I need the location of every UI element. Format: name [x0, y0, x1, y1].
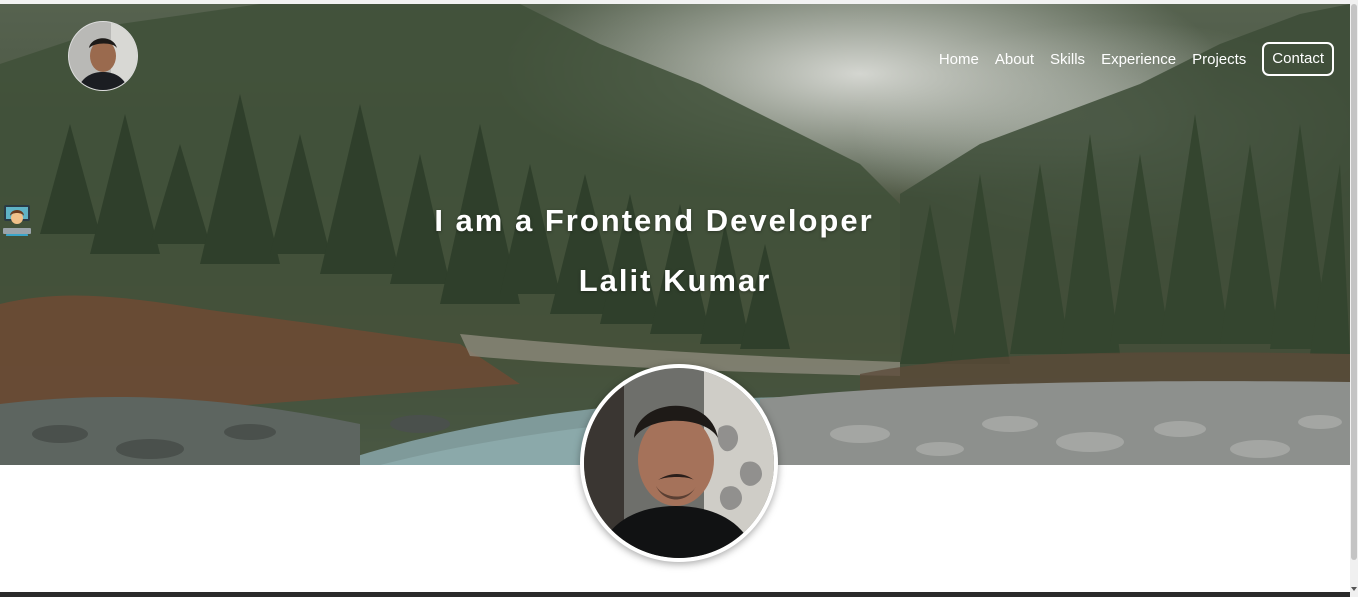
nav-skills[interactable]: Skills [1050, 51, 1085, 68]
main-navigation: Home About Skills Experience Projects Co… [923, 42, 1334, 76]
headline-text: I am a Frontend Developer [434, 203, 874, 238]
person-portrait-icon [584, 368, 774, 558]
profile-photo [580, 364, 778, 562]
hero-headline: I am a Frontend Developer [0, 202, 1350, 239]
next-section-edge [0, 592, 1350, 597]
contact-button[interactable]: Contact [1262, 42, 1334, 76]
page-scrollbar[interactable] [1350, 0, 1358, 597]
scrollbar-thumb[interactable] [1351, 4, 1357, 560]
nav-home[interactable]: Home [939, 51, 979, 68]
nav-about[interactable]: About [995, 51, 1034, 68]
logo-avatar[interactable] [68, 21, 138, 91]
scroll-down-arrow-icon[interactable] [1351, 587, 1357, 591]
nav-experience[interactable]: Experience [1101, 51, 1176, 68]
person-portrait-icon [69, 22, 137, 90]
nav-projects[interactable]: Projects [1192, 51, 1246, 68]
hero-name: Lalit Kumar [578, 263, 772, 298]
woman-technologist-icon [3, 202, 916, 236]
